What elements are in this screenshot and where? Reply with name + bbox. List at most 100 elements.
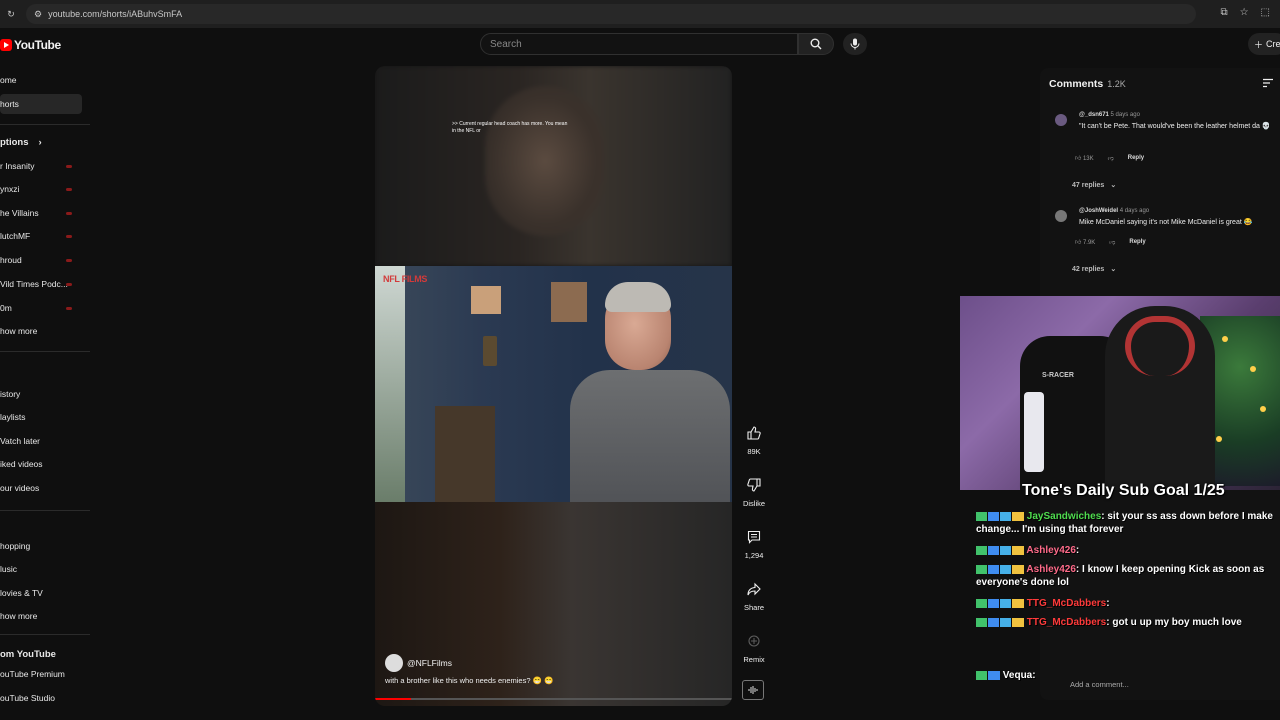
sidebar-item-channel[interactable]: ynxzi — [0, 179, 82, 199]
install-icon[interactable]: ⧉ — [1220, 7, 1227, 18]
sidebar-item-label: istory — [0, 389, 21, 399]
comments-title: Comments — [1049, 78, 1104, 90]
chat-text: : got u up my boy much love — [1106, 617, 1242, 628]
sidebar-item-music[interactable]: lusic — [0, 559, 82, 579]
comment-text: Mike McDaniel saying it's not Mike McDan… — [1079, 219, 1253, 226]
comment-dislike-icon[interactable]: 👎︎ — [1109, 238, 1115, 246]
comment-actions: 👍︎ 7.9K 👎︎ Reply — [1075, 238, 1146, 246]
youtube-logo[interactable]: YouTube — [0, 38, 61, 52]
chat-text: : — [1106, 598, 1110, 609]
chevron-right-icon: › — [38, 136, 42, 148]
sidebar-item-shopping[interactable]: hopping — [0, 536, 82, 556]
extensions-icon[interactable]: ⬚ — [1261, 7, 1270, 18]
reload-icon[interactable]: ↻ — [2, 9, 20, 20]
share-button[interactable]: Share — [740, 578, 768, 612]
chat-message: Ashley426: — [976, 544, 1276, 557]
sidebar-item-your-videos[interactable]: our videos — [0, 478, 82, 498]
search-button[interactable] — [798, 33, 834, 55]
section-label: om YouTube — [0, 648, 56, 660]
chair-brand-text: S-RACER — [1042, 372, 1074, 379]
comment-dislike-icon[interactable]: 👎︎ — [1108, 154, 1114, 162]
comment-author[interactable]: @_dsn671 5 days ago — [1079, 112, 1140, 118]
sub-goal-text: Tone's Daily Sub Goal 1/25 — [1022, 482, 1225, 499]
comments-header: Comments 1.2K — [1049, 78, 1126, 90]
sidebar-item-channel[interactable]: r Insanity — [0, 156, 82, 176]
sidebar-item-shorts[interactable]: horts — [0, 94, 82, 114]
sidebar-item-youtube-studio[interactable]: ouTube Studio — [0, 688, 82, 708]
sidebar-item-history[interactable]: istory — [0, 384, 82, 404]
sidebar-item-label: our videos — [0, 483, 40, 493]
comment-like-button[interactable]: 👍︎ 7.9K — [1075, 238, 1095, 246]
remix-button[interactable]: Remix — [740, 630, 768, 664]
comment-avatar[interactable] — [1055, 114, 1067, 126]
channel-avatar[interactable] — [385, 654, 403, 672]
dislike-label: Dislike — [742, 499, 766, 508]
sidebar-item-channel[interactable]: he Villains — [0, 203, 82, 223]
chat-text: : — [1075, 545, 1080, 556]
sort-icon[interactable] — [1262, 78, 1274, 88]
site-info-icon[interactable]: ⚙ — [34, 9, 42, 20]
bookmark-star-icon[interactable]: ☆ — [1240, 7, 1249, 18]
address-bar[interactable]: ⚙ youtube.com/shorts/iABuhvSmFA — [26, 4, 1196, 24]
chat-message: TTG_McDabbers: got u up my boy much love — [976, 616, 1276, 629]
channel-info[interactable]: @NFLFilms — [385, 654, 452, 672]
comment-text: "It can't be Pete. That would've been th… — [1079, 123, 1271, 130]
chat-username: Ashley426 — [1026, 564, 1076, 575]
thumbs-up-icon: 👍︎ — [1075, 240, 1082, 246]
chat-text: : — [1032, 670, 1036, 681]
sidebar-item-label: he Villains — [0, 208, 39, 218]
comment-author[interactable]: @JoshWeidel 4 days ago — [1079, 208, 1149, 214]
shorts-video-player[interactable]: >> Current regular head coach has more. … — [375, 66, 732, 706]
sidebar-show-more[interactable]: how more — [0, 321, 82, 341]
audio-button[interactable] — [742, 680, 764, 700]
remix-label: Remix — [743, 655, 765, 664]
comment-like-button[interactable]: 👍︎ 13K — [1075, 154, 1094, 162]
sidebar-item-label: Vild Times Podc... — [0, 279, 68, 289]
search-input[interactable]: Search — [480, 33, 798, 55]
voice-search-button[interactable] — [843, 33, 867, 55]
sidebar-item-youtube-premium[interactable]: ouTube Premium — [0, 664, 82, 684]
sidebar-item-label: ome — [0, 75, 17, 85]
sidebar-show-more[interactable]: how more — [0, 606, 82, 626]
sidebar-item-label: r Insanity — [0, 161, 35, 171]
sidebar-item-label: ynxzi — [0, 184, 20, 194]
live-indicator-icon — [66, 211, 72, 215]
replies-toggle[interactable]: 47 replies ⌄ — [1072, 181, 1116, 190]
chat-badges-icon — [976, 545, 1024, 555]
browser-toolbar: ↻ ⚙ youtube.com/shorts/iABuhvSmFA ⧉ ☆ ⬚ — [0, 0, 1280, 28]
create-button[interactable]: ＋ Cre — [1248, 33, 1280, 55]
webcam-overlay: S-RACER — [960, 296, 1280, 490]
sidebar-item-label: lusic — [0, 564, 18, 574]
sidebar-item-channel[interactable]: lutchMF — [0, 226, 82, 246]
like-button[interactable]: 89K — [740, 422, 768, 456]
comment-reply-button[interactable]: Reply — [1128, 155, 1144, 161]
sidebar-item-label: hopping — [0, 541, 31, 551]
sidebar-item-channel[interactable]: 0m — [0, 298, 82, 318]
divider — [0, 634, 90, 635]
live-indicator-icon — [66, 234, 72, 238]
sidebar-item-playlists[interactable]: laylists — [0, 407, 82, 427]
sidebar-item-home[interactable]: ome — [0, 70, 82, 90]
chat-badges-icon — [976, 617, 1024, 627]
sidebar-item-channel[interactable]: hroud — [0, 250, 82, 270]
chat-message: JaySandwiches: sit your ss ass down befo… — [976, 510, 1276, 537]
nfl-films-watermark: NFL FILMS — [383, 274, 428, 284]
comments-button[interactable]: 1,294 — [740, 526, 768, 560]
thumbs-down-icon — [747, 478, 761, 492]
sidebar-item-label: ouTube Premium — [0, 669, 65, 679]
sidebar-section-subscriptions[interactable]: ptions › — [0, 132, 82, 152]
video-progress-bar[interactable] — [375, 698, 732, 700]
sidebar-item-watch-later[interactable]: Vatch later — [0, 431, 82, 451]
chat-username: TTG_McDabbers — [1026, 598, 1107, 609]
sidebar-item-channel[interactable]: Vild Times Podc... — [0, 274, 82, 294]
replies-toggle[interactable]: 42 replies ⌄ — [1072, 265, 1116, 274]
comment-reply-button[interactable]: Reply — [1129, 239, 1145, 245]
sidebar-item-label: how more — [0, 611, 38, 621]
comment-avatar[interactable] — [1055, 210, 1067, 222]
sidebar-item-movies-tv[interactable]: lovies & TV — [0, 583, 82, 603]
sidebar-item-label: horts — [0, 99, 19, 109]
sidebar-item-label: ouTube Studio — [0, 693, 55, 703]
dislike-button[interactable]: Dislike — [740, 474, 768, 508]
sidebar-item-liked-videos[interactable]: iked videos — [0, 454, 82, 474]
channel-name[interactable]: @NFLFilms — [407, 658, 452, 668]
